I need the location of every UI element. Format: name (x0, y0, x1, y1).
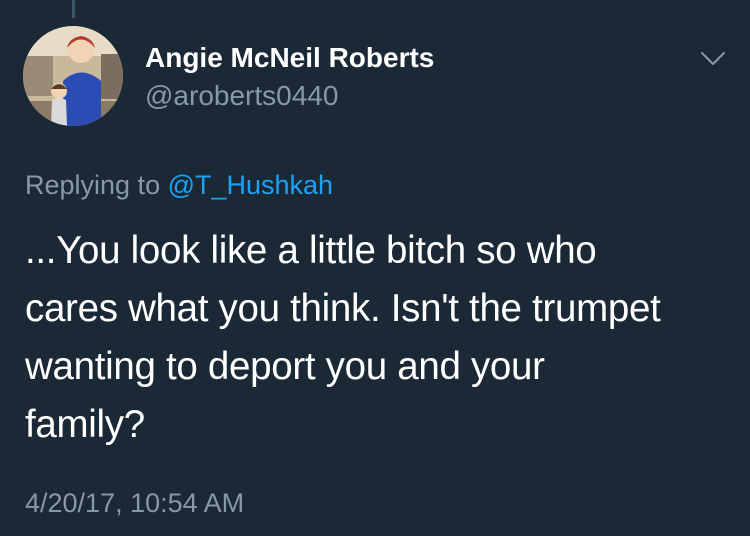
avatar[interactable] (23, 26, 123, 126)
replying-to-label: Replying to (25, 170, 168, 200)
tweet-text-line: family? (25, 403, 145, 446)
replying-to-mention-link[interactable]: @T_Hushkah (168, 170, 333, 200)
tweet-timestamp[interactable]: 4/20/17, 10:54 AM (25, 488, 244, 519)
tweet-text-line: cares what you think. Isn't the trumpet (25, 287, 661, 330)
tweet-text-line: ...You look like a little bitch so who (25, 229, 597, 272)
thread-connector-line (72, 0, 75, 18)
replying-to-line: Replying to @T_Hushkah (25, 170, 333, 201)
tweet-text-line: wanting to deport you and your (25, 345, 545, 388)
author-name[interactable]: Angie McNeil Roberts (145, 42, 434, 74)
author-handle[interactable]: @aroberts0440 (145, 80, 338, 112)
tweet-text: ...You look like a little bitch so who c… (25, 222, 730, 454)
chevron-down-icon[interactable] (700, 50, 726, 68)
profile-photo-icon (23, 26, 123, 126)
